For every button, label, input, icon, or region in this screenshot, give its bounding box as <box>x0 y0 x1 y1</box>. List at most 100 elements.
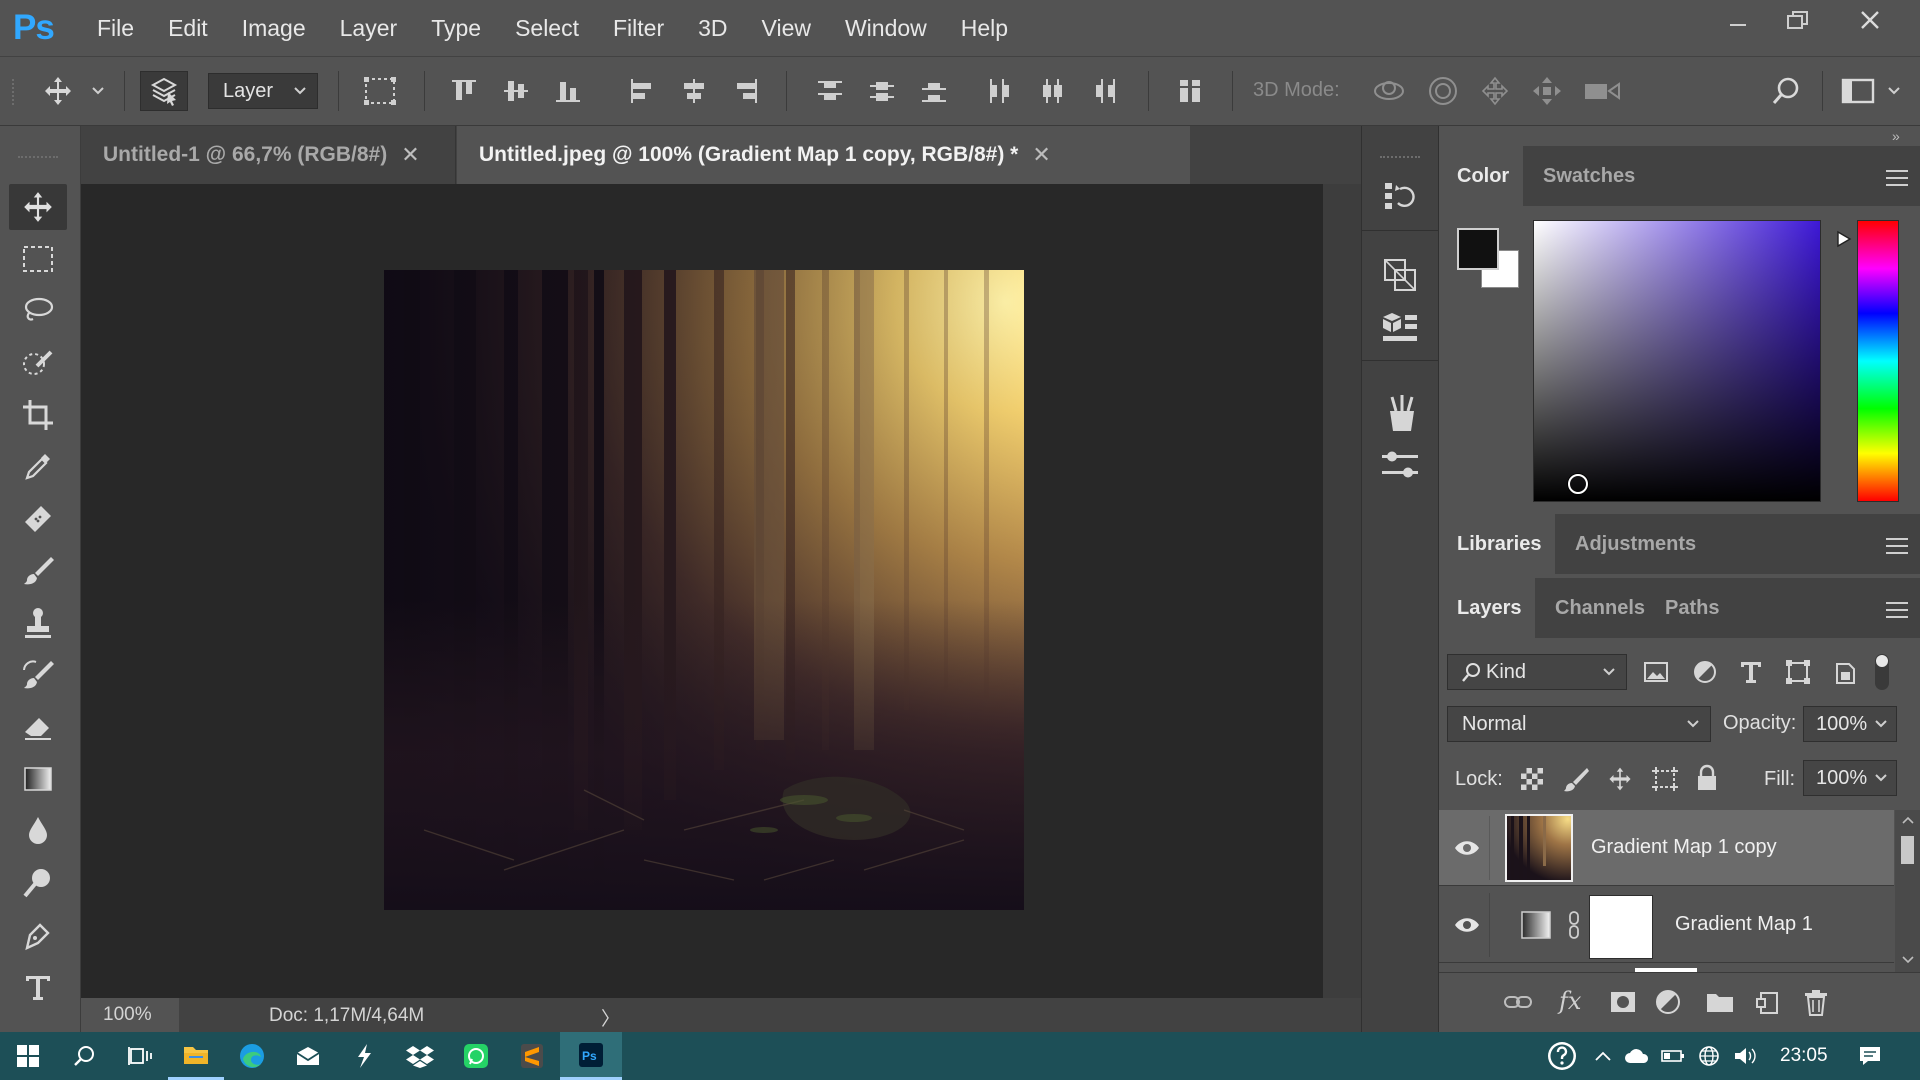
onedrive-tray-icon[interactable] <box>1620 1032 1654 1080</box>
filter-pixel-layers-icon[interactable] <box>1643 660 1669 684</box>
marquee-tool[interactable] <box>9 236 67 282</box>
eraser-tool[interactable] <box>9 704 67 750</box>
3d-orbit-button[interactable] <box>1370 71 1408 111</box>
layer-filter-dropdown[interactable]: Kind <box>1447 654 1627 690</box>
distribute-right-edges-button[interactable] <box>1086 71 1122 111</box>
tab-adjustments[interactable]: Adjustments <box>1557 514 1705 574</box>
filter-smart-objects-icon[interactable] <box>1833 658 1857 686</box>
menu-window[interactable]: Window <box>828 0 944 56</box>
tab-untitled-jpeg[interactable]: Untitled.jpeg @ 100% (Gradient Map 1 cop… <box>457 126 1190 184</box>
tool-preset-dropdown[interactable] <box>88 71 108 111</box>
mail-button[interactable] <box>280 1032 336 1080</box>
menu-3d[interactable]: 3D <box>681 0 744 56</box>
layer-mask-thumbnail[interactable] <box>1589 895 1653 959</box>
clone-stamp-tool[interactable] <box>9 600 67 646</box>
menu-type[interactable]: Type <box>414 0 498 56</box>
tab-libraries[interactable]: Libraries <box>1439 514 1555 574</box>
photoshop-taskbar-button[interactable]: Ps <box>560 1032 622 1080</box>
history-panel-button[interactable] <box>1375 174 1425 220</box>
chevron-up-icon[interactable] <box>1902 816 1914 824</box>
tab-color[interactable]: Color <box>1439 146 1523 206</box>
distribute-bottom-edges-button[interactable] <box>916 71 952 111</box>
layer-row[interactable]: Gradient Map 1 <box>1439 887 1894 963</box>
lock-image-pixels-icon[interactable] <box>1563 766 1589 792</box>
sublime-button[interactable] <box>504 1032 560 1080</box>
volume-tray-icon[interactable] <box>1728 1032 1762 1080</box>
distribute-left-edges-button[interactable] <box>982 71 1018 111</box>
3d-panel-button[interactable] <box>1375 252 1425 298</box>
link-layers-icon[interactable] <box>1503 991 1533 1013</box>
gradient-tool[interactable] <box>9 756 67 802</box>
layers-panel-menu-icon[interactable] <box>1886 602 1908 618</box>
menu-layer[interactable]: Layer <box>323 0 415 56</box>
align-right-edges-button[interactable] <box>728 71 764 111</box>
start-button[interactable] <box>0 1032 56 1080</box>
menu-select[interactable]: Select <box>498 0 596 56</box>
menu-help[interactable]: Help <box>944 0 1025 56</box>
workspace-dropdown[interactable] <box>1884 71 1904 111</box>
close-tab-icon[interactable]: ✕ <box>1032 142 1050 168</box>
adjustments-panel-button[interactable] <box>1375 442 1425 488</box>
foreground-color-swatch[interactable] <box>1457 228 1499 270</box>
eye-icon[interactable] <box>1453 915 1481 935</box>
dodge-tool[interactable] <box>9 860 67 906</box>
action-center-button[interactable] <box>1848 1032 1892 1080</box>
taskbar-search-button[interactable] <box>56 1032 112 1080</box>
eye-icon[interactable] <box>1453 838 1481 858</box>
network-tray-icon[interactable] <box>1692 1032 1726 1080</box>
edge-browser-button[interactable] <box>224 1032 280 1080</box>
scrollbar-thumb[interactable] <box>1901 836 1914 864</box>
crop-tool[interactable] <box>9 392 67 438</box>
3d-roll-button[interactable] <box>1424 71 1462 111</box>
auto-align-layers-button[interactable] <box>1172 71 1208 111</box>
whatsapp-button[interactable] <box>448 1032 504 1080</box>
history-brush-tool[interactable] <box>9 652 67 698</box>
close-window-button[interactable] <box>1840 0 1900 40</box>
search-button[interactable] <box>1766 71 1806 111</box>
winamp-button[interactable] <box>336 1032 392 1080</box>
show-hidden-icons-button[interactable] <box>1588 1032 1618 1080</box>
filter-toggle-switch[interactable] <box>1875 654 1889 690</box>
fill-field[interactable]: 100% <box>1803 760 1897 796</box>
link-chain-icon[interactable] <box>1567 911 1581 939</box>
menu-edit[interactable]: Edit <box>151 0 225 56</box>
eyedropper-tool[interactable] <box>9 444 67 490</box>
document-image[interactable] <box>384 270 1024 910</box>
layers-scrollbar[interactable] <box>1895 810 1920 972</box>
blur-tool[interactable] <box>9 808 67 854</box>
new-adjustment-layer-icon[interactable] <box>1655 989 1683 1017</box>
close-tab-icon[interactable]: ✕ <box>401 142 419 168</box>
show-transform-controls-toggle[interactable] <box>360 71 400 111</box>
dropbox-button[interactable] <box>392 1032 448 1080</box>
collapse-panels-icon[interactable]: » <box>1892 128 1900 144</box>
tab-swatches[interactable]: Swatches <box>1525 146 1635 206</box>
status-menu-arrow[interactable]: 〉 <box>601 1004 620 1031</box>
taskbar-clock[interactable]: 23:05 <box>1780 1045 1828 1067</box>
restore-button[interactable] <box>1768 0 1828 40</box>
layer-row[interactable]: Gradient Map 1 copy <box>1439 810 1894 886</box>
auto-select-target-dropdown[interactable]: Layer <box>208 73 318 109</box>
lock-position-icon[interactable] <box>1607 766 1633 792</box>
align-left-edges-button[interactable] <box>624 71 660 111</box>
quick-selection-tool[interactable] <box>9 340 67 386</box>
align-bottom-edges-button[interactable] <box>550 71 586 111</box>
auto-select-toggle[interactable] <box>140 71 188 111</box>
file-explorer-button[interactable] <box>168 1032 224 1080</box>
tab-paths[interactable]: Paths <box>1647 578 1737 638</box>
tab-untitled-1[interactable]: Untitled-1 @ 66,7% (RGB/8#) ✕ <box>81 126 456 184</box>
tab-layers[interactable]: Layers <box>1439 578 1535 638</box>
properties-panel-button[interactable] <box>1375 304 1425 350</box>
3d-slide-button[interactable] <box>1528 71 1566 111</box>
new-group-folder-icon[interactable] <box>1705 990 1735 1014</box>
menu-filter[interactable]: Filter <box>596 0 681 56</box>
lock-transparent-pixels-icon[interactable] <box>1519 766 1545 792</box>
filter-shape-layers-icon[interactable] <box>1785 659 1811 685</box>
distribute-horizontal-centers-button[interactable] <box>1034 71 1070 111</box>
hue-slider-handle-icon[interactable] <box>1835 230 1853 248</box>
lock-all-icon[interactable] <box>1695 764 1719 792</box>
move-tool[interactable] <box>9 184 67 230</box>
align-horizontal-centers-button[interactable] <box>676 71 712 111</box>
tab-channels[interactable]: Channels <box>1537 578 1645 638</box>
layer-style-fx-icon[interactable]: fx <box>1559 987 1581 1015</box>
help-tray-button[interactable] <box>1540 1032 1584 1080</box>
